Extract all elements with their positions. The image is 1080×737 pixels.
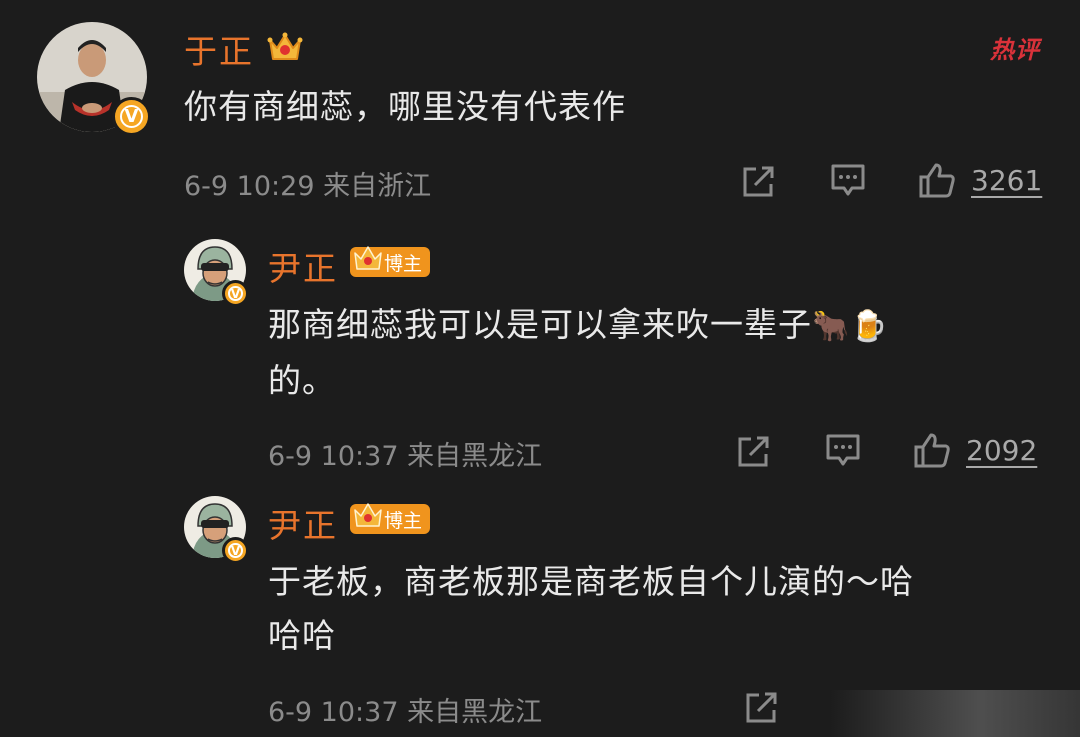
- crown-icon: [267, 32, 303, 60]
- comment-icon[interactable]: [830, 163, 866, 199]
- comment-text-line: 于老板，商老板那是商老板自个儿演的～哈: [268, 562, 914, 601]
- location: 来自黑龙江: [407, 697, 543, 728]
- like-count[interactable]: 3261: [971, 164, 1042, 197]
- blogger-label: 博主: [384, 509, 423, 532]
- comment-meta: 6-9 10:29 来自浙江: [184, 164, 431, 203]
- comment-text-line: 的。: [268, 361, 336, 400]
- location: 来自黑龙江: [407, 441, 543, 472]
- location: 来自浙江: [323, 171, 432, 202]
- username[interactable]: 于正: [184, 25, 254, 73]
- blogger-badge: 博主: [350, 246, 431, 277]
- watermark-overlay: [830, 690, 1080, 737]
- blogger-badge: 博主: [350, 503, 431, 534]
- comment-meta: 6-9 10:37 来自黑龙江: [268, 690, 542, 729]
- timestamp: 6-9 10:37: [268, 441, 399, 472]
- hot-comment-label: 热评: [990, 36, 1040, 64]
- share-icon[interactable]: [741, 165, 777, 199]
- timestamp: 6-9 10:29: [184, 171, 315, 202]
- comment-text: 那商细蕊我可以是可以拿来吹一辈子🐂🍺 的。: [268, 298, 1038, 408]
- comment-text-line: 那商细蕊我可以是可以拿来吹一辈子: [268, 305, 812, 344]
- timestamp: 6-9 10:37: [268, 697, 399, 728]
- share-icon[interactable]: [744, 691, 780, 725]
- blogger-label: 博主: [384, 252, 423, 275]
- comment-text-line: 哈哈: [268, 616, 336, 655]
- verified-v-icon: V: [222, 280, 249, 307]
- crown-icon: [354, 503, 382, 527]
- thumbs-up-icon[interactable]: [913, 432, 951, 468]
- comment-meta: 6-9 10:37 来自黑龙江: [268, 434, 542, 473]
- username[interactable]: 尹正: [268, 499, 338, 547]
- cow-beer-emoji: 🐂🍺: [812, 309, 889, 344]
- verified-v-icon: V: [222, 537, 249, 564]
- share-icon[interactable]: [736, 435, 772, 469]
- like-count[interactable]: 2092: [966, 434, 1037, 467]
- comment-icon[interactable]: [825, 433, 861, 469]
- crown-icon: [354, 246, 382, 270]
- username[interactable]: 尹正: [268, 242, 338, 290]
- thumbs-up-icon[interactable]: [918, 162, 956, 198]
- comment-text: 你有商细蕊，哪里没有代表作: [184, 87, 626, 126]
- verified-v-icon: V: [112, 97, 151, 136]
- comment-text: 于老板，商老板那是商老板自个儿演的～哈 哈哈: [268, 555, 1058, 663]
- comment-thread: 热评 V 于正 你有商细蕊，哪里没有代表作 6-9 10:29 来自浙江 326…: [0, 0, 1080, 737]
